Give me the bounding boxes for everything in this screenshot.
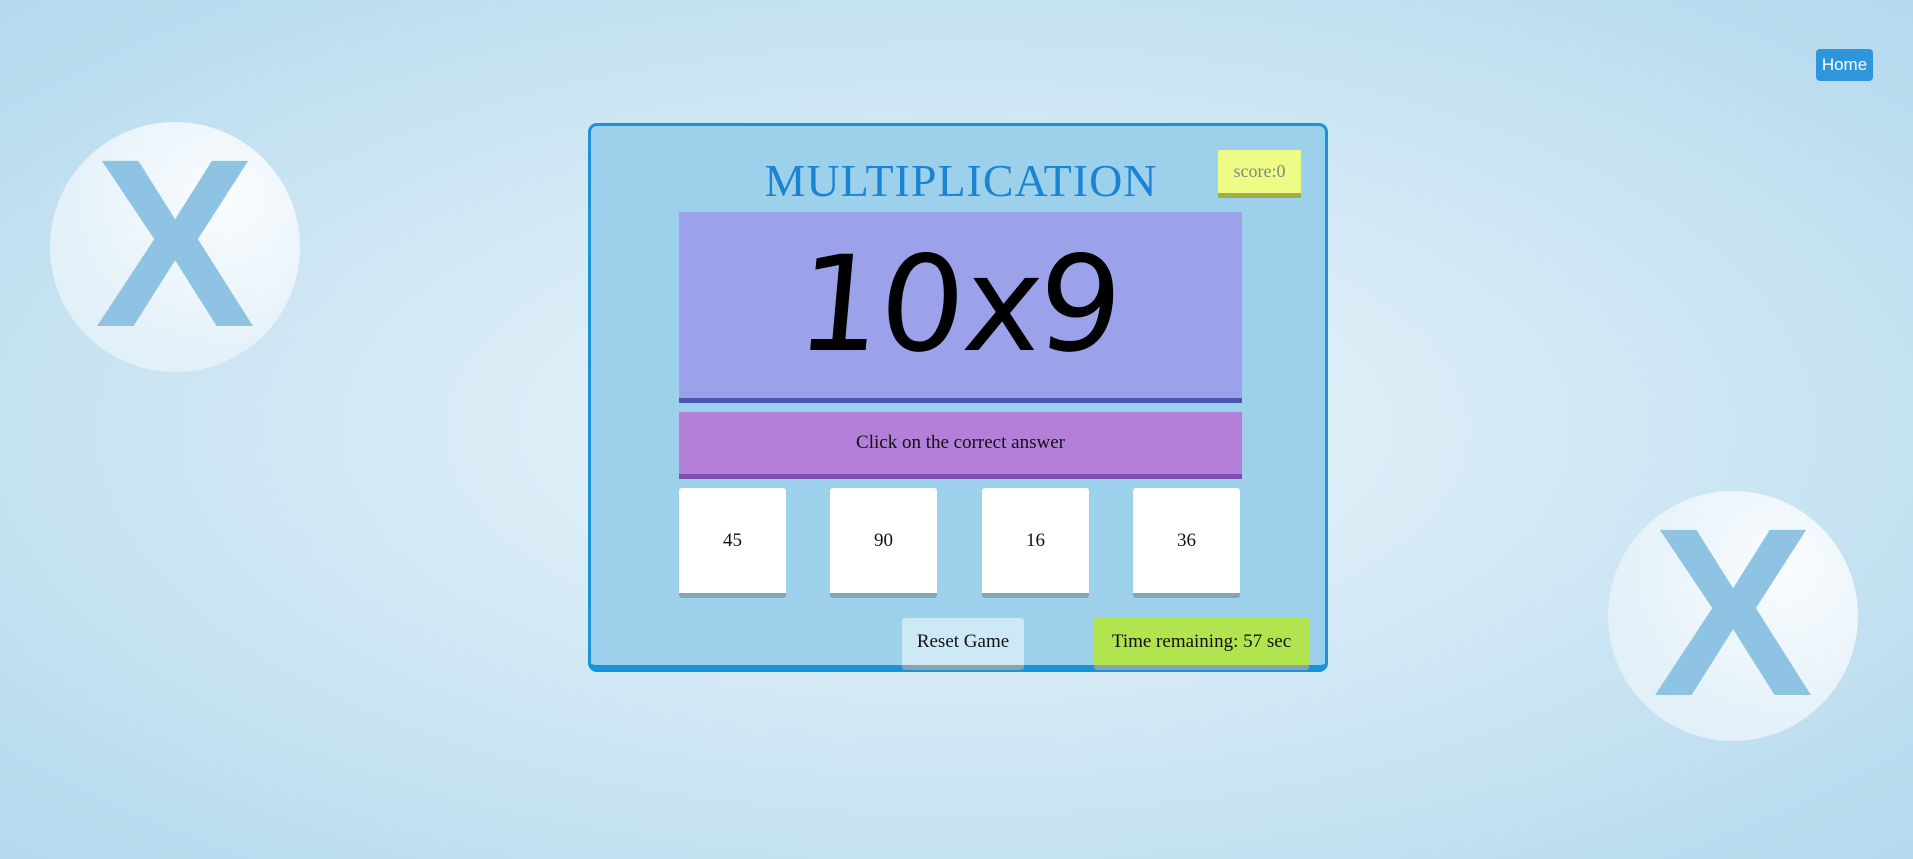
- time-remaining-display: Time remaining: 57 sec: [1094, 618, 1309, 670]
- multiply-symbol: X: [94, 122, 256, 372]
- answer-option-1[interactable]: 45: [679, 488, 786, 598]
- multiply-symbol: X: [1652, 491, 1814, 741]
- decorative-multiply-icon-left: X: [50, 122, 300, 372]
- game-title: MULTIPLICATION: [764, 155, 1158, 206]
- answer-option-3[interactable]: 16: [982, 488, 1089, 598]
- game-panel: MULTIPLICATION score:0 10x9 Click on the…: [588, 123, 1328, 672]
- answer-option-4[interactable]: 36: [1133, 488, 1240, 598]
- question-text: 10x9: [791, 228, 1130, 382]
- reset-game-button[interactable]: Reset Game: [902, 618, 1024, 670]
- score-display: score:0: [1218, 150, 1301, 198]
- instruction-banner: Click on the correct answer: [679, 412, 1242, 479]
- answer-option-2[interactable]: 90: [830, 488, 937, 598]
- decorative-multiply-icon-right: X: [1608, 491, 1858, 741]
- question-display: 10x9: [679, 212, 1242, 403]
- home-button[interactable]: Home: [1816, 49, 1873, 81]
